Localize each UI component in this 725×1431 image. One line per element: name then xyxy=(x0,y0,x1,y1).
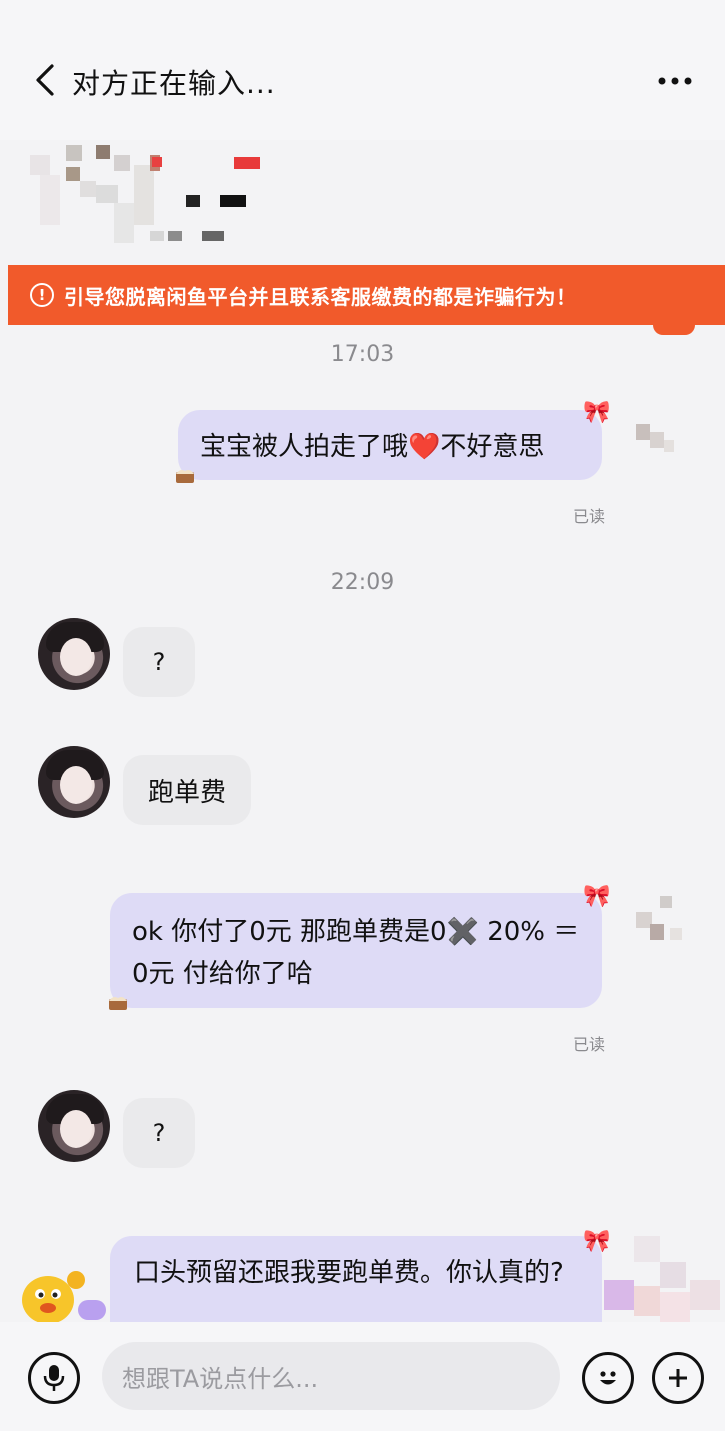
read-status: 已读 xyxy=(573,507,606,526)
back-button[interactable] xyxy=(32,58,72,102)
timestamp: 22:09 xyxy=(330,570,395,595)
avatar[interactable] xyxy=(38,618,110,690)
smiley-icon xyxy=(600,1371,616,1385)
bow-icon: 🎀 xyxy=(583,884,611,909)
message-text: 跑单费 xyxy=(147,777,226,808)
chevron-left-icon xyxy=(36,64,54,96)
more-dots-icon xyxy=(658,77,692,85)
alert-icon: ! xyxy=(30,283,54,307)
microphone-icon xyxy=(43,1365,65,1391)
message-text: ok 你付了0元 那跑单费是0✖️ 20% ＝ 0元 付给你了哈 xyxy=(132,917,580,989)
input-placeholder: 想跟TA说点什么... xyxy=(122,1364,319,1393)
censored-sticker xyxy=(604,1236,724,1326)
message-input[interactable]: 想跟TA说点什么... xyxy=(102,1342,560,1410)
cake-icon xyxy=(107,993,129,1011)
mascot-sticker xyxy=(18,1262,108,1324)
outgoing-message[interactable]: 宝宝被人拍走了哦❤️不好意思 xyxy=(178,410,602,480)
avatar[interactable] xyxy=(38,746,110,818)
message-text: ? xyxy=(152,648,166,676)
banner-tab xyxy=(653,325,695,335)
censored-avatar xyxy=(636,896,686,944)
avatar[interactable] xyxy=(38,1090,110,1162)
timestamp: 17:03 xyxy=(330,342,395,367)
message-text: 口头预留还跟我要跑单费。你认真的? xyxy=(134,1258,564,1288)
incoming-message[interactable]: ? xyxy=(123,1098,195,1168)
cake-icon xyxy=(174,466,196,484)
censored-avatar xyxy=(636,424,676,456)
outgoing-message[interactable]: ok 你付了0元 那跑单费是0✖️ 20% ＝ 0元 付给你了哈 xyxy=(110,893,602,1008)
read-status: 已读 xyxy=(573,1035,606,1054)
emoji-button[interactable] xyxy=(582,1352,634,1404)
plus-icon xyxy=(669,1369,687,1387)
message-text: ? xyxy=(152,1119,166,1147)
incoming-message[interactable]: ? xyxy=(123,627,195,697)
fraud-warning-banner: ! 引导您脱离闲鱼平台并且联系客服缴费的都是诈骗行为！ xyxy=(8,265,725,325)
message-text: 宝宝被人拍走了哦❤️不好意思 xyxy=(200,432,545,462)
more-options-button[interactable] xyxy=(655,66,695,96)
warning-text: 引导您脱离闲鱼平台并且联系客服缴费的都是诈骗行为！ xyxy=(64,284,577,309)
more-actions-button[interactable] xyxy=(652,1352,704,1404)
bow-icon: 🎀 xyxy=(583,400,611,425)
voice-button[interactable] xyxy=(28,1352,80,1404)
censored-item-info xyxy=(30,145,260,245)
page-title: 对方正在输入... xyxy=(72,67,276,100)
incoming-message[interactable]: 跑单费 xyxy=(123,755,251,825)
